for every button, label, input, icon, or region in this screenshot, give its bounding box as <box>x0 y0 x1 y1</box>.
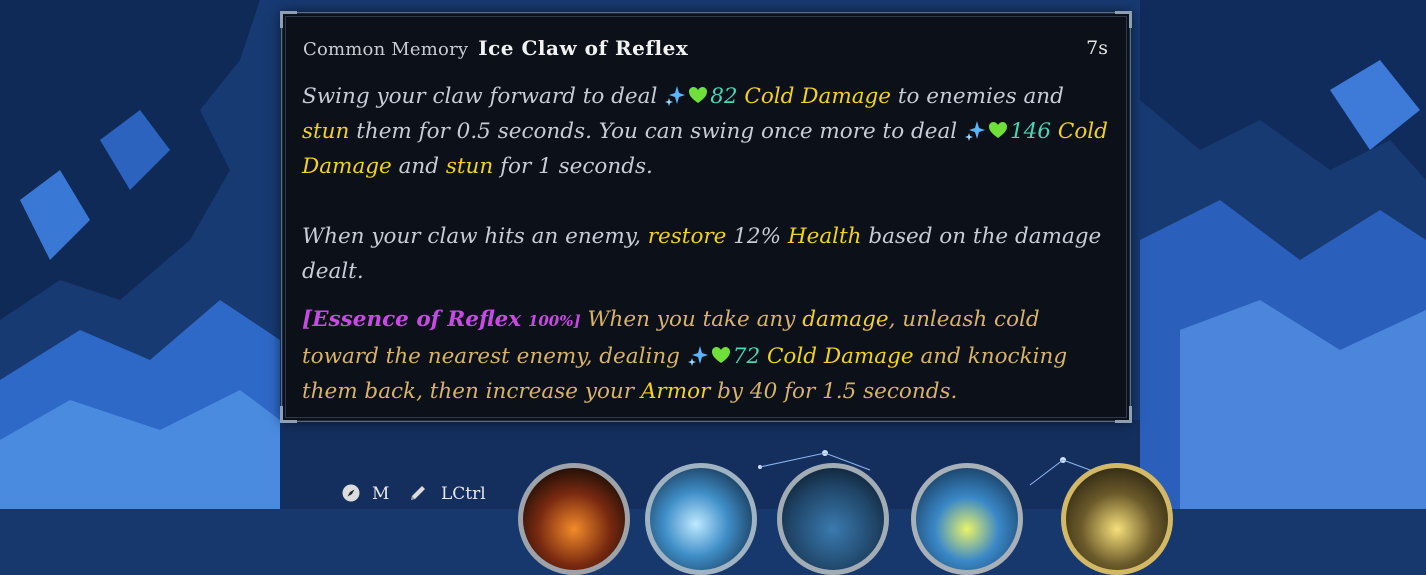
skill-slot-lightning[interactable] <box>911 463 1023 575</box>
damage-value: 146 <box>1010 119 1052 144</box>
rarity-label: Common Memory <box>303 39 469 60</box>
damage-value: 82 <box>710 84 738 109</box>
skill-slot-fire[interactable] <box>518 463 630 575</box>
description-text: them for 0.5 seconds. You can swing once… <box>356 119 958 144</box>
percent-value: 12% <box>733 224 782 249</box>
essence-paragraph: [Essence of Reflex 100%] When you take a… <box>302 302 1114 409</box>
description-text: for 1 seconds. <box>500 154 653 179</box>
pencil-icon[interactable] <box>408 483 428 503</box>
tooltip-header: Common Memory Ice Claw of Reflex 7s <box>303 36 1108 62</box>
corner-ornament <box>1115 11 1132 28</box>
keyword-cold-damage: Cold Damage <box>766 344 914 369</box>
keyword-damage: damage <box>802 307 889 332</box>
corner-ornament <box>280 11 297 28</box>
description-text: and <box>398 154 440 179</box>
cooldown-value: 7s <box>1086 37 1108 59</box>
corner-ornament <box>280 406 297 423</box>
heart-icon <box>989 122 1007 138</box>
keyword-armor: Armor <box>640 379 711 404</box>
damage-value: 72 <box>732 344 761 369</box>
essence-percent: 100%] <box>527 312 581 330</box>
description-text: Swing your claw forward to deal <box>302 84 658 109</box>
keyword-stun: stun <box>445 154 494 179</box>
description-text: When your claw hits an enemy, <box>302 224 641 249</box>
keyword-cold-damage: Cold Damage <box>744 84 892 109</box>
skill-title: Ice Claw of Reflex <box>478 36 689 60</box>
tooltip-description: Swing your claw forward to deal 82 Cold … <box>302 79 1114 409</box>
description-paragraph: Swing your claw forward to deal 82 Cold … <box>302 79 1114 184</box>
essence-text: by 40 for 1.5 seconds. <box>717 379 958 404</box>
essence-name: [Essence of Reflex <box>302 307 522 332</box>
skill-slot-ice-claw[interactable] <box>645 463 757 575</box>
sparkle-icon <box>965 121 985 141</box>
keyword-stun: stun <box>302 119 350 144</box>
map-key-label: M <box>372 484 390 504</box>
sparkle-icon <box>687 346 708 366</box>
edit-key-label: LCtrl <box>441 484 486 504</box>
heart-icon <box>711 347 730 363</box>
keyword-health: Health <box>787 224 862 249</box>
heart-icon <box>689 87 708 103</box>
skill-slot-golden[interactable] <box>1061 463 1173 575</box>
skill-slot-water[interactable] <box>777 463 889 575</box>
skill-tooltip: Common Memory Ice Claw of Reflex 7s Swing… <box>280 11 1132 423</box>
description-text: to enemies and <box>897 84 1064 109</box>
essence-text: When you take any <box>587 307 796 332</box>
sparkle-icon <box>665 86 686 106</box>
compass-icon[interactable] <box>341 483 361 503</box>
description-paragraph: When your claw hits an enemy, restore 12… <box>302 219 1114 289</box>
corner-ornament <box>1115 406 1132 423</box>
keyword-restore: restore <box>647 224 727 249</box>
